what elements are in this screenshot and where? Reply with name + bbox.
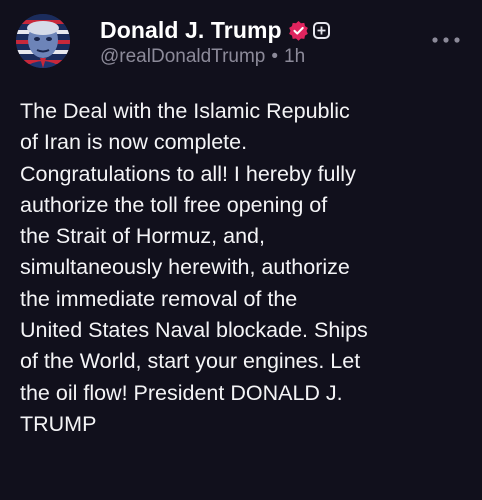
verified-badge-icon <box>288 20 309 41</box>
author-display-name[interactable]: Donald J. Trump <box>100 17 282 44</box>
follow-plus-icon[interactable] <box>312 21 330 39</box>
avatar[interactable] <box>16 14 70 68</box>
post-body-text: The Deal with the Islamic Republic of Ir… <box>20 99 368 436</box>
author-handle[interactable]: @realDonaldTrump <box>100 46 265 67</box>
post-card: Donald J. Trump @realDonaldTrump • 1h The … <box>0 0 482 500</box>
post-timestamp[interactable]: 1h <box>284 46 305 67</box>
portrait-avatar-image <box>16 14 70 68</box>
meta-separator: • <box>271 46 279 67</box>
more-dots-icon[interactable] <box>430 30 462 50</box>
author-row: Donald J. Trump <box>100 16 330 44</box>
post-meta: @realDonaldTrump • 1h <box>100 46 305 68</box>
